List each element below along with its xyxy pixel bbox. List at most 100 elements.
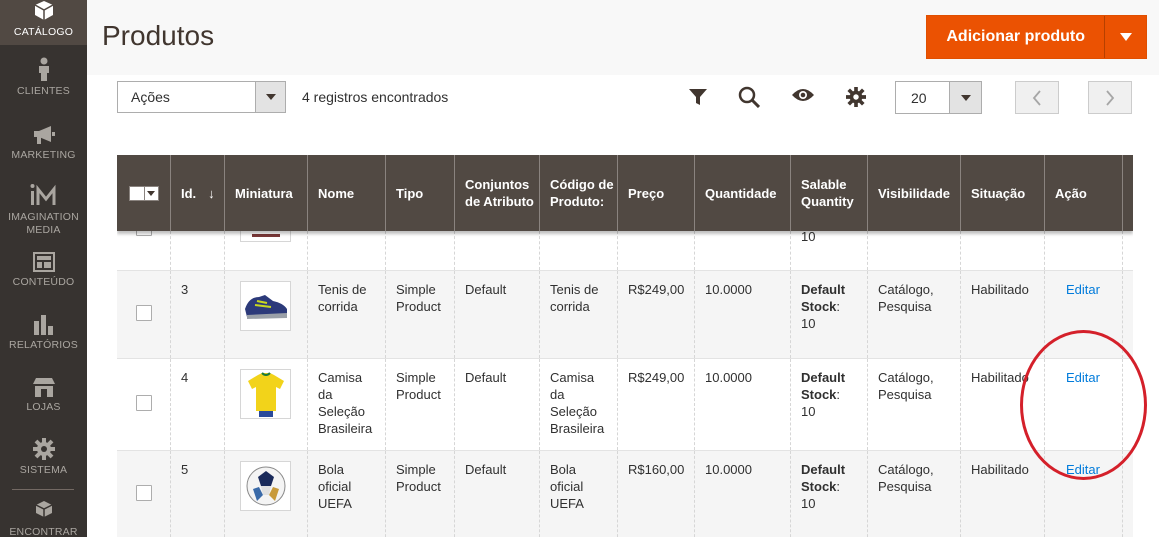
shoe-image xyxy=(244,295,287,319)
cell-type: Simple Product xyxy=(385,451,454,537)
per-page-dropdown-arrow[interactable] xyxy=(949,82,981,113)
nav-reports[interactable]: RELATÓRIOS xyxy=(0,315,87,351)
megaphone-icon xyxy=(33,126,55,144)
nav-reports-label: RELATÓRIOS xyxy=(9,339,78,351)
admin-sidebar: CATÁLOGO CLIENTES MARKETING IMAGINATION … xyxy=(0,0,87,537)
caret-down-icon xyxy=(147,190,156,196)
nav-find-partners-label: ENCONTRAR xyxy=(9,526,78,537)
cell-visibility: Catálogo, Pesquisa xyxy=(867,359,960,450)
cell-attribute-set: Default xyxy=(454,359,539,450)
search-icon xyxy=(738,86,760,108)
cell-quantity: 10.0000 xyxy=(694,271,790,358)
column-header-name[interactable]: Nome xyxy=(307,155,385,231)
nav-imagination-media[interactable]: IMAGINATION MEDIA xyxy=(0,183,87,237)
product-thumbnail[interactable] xyxy=(240,369,291,419)
column-header-spacer xyxy=(1122,155,1133,231)
cell-attribute-set: Default xyxy=(454,451,539,537)
annotation-circle xyxy=(1020,330,1147,480)
nav-find-partners[interactable]: ENCONTRAR xyxy=(0,500,87,537)
cell-name: Bola oficial UEFA xyxy=(307,451,385,537)
layout-icon xyxy=(32,252,55,272)
column-header-salable-quantity: Salable Quantity xyxy=(790,155,867,231)
product-thumbnail[interactable] xyxy=(240,461,291,511)
add-product-label[interactable]: Adicionar produto xyxy=(927,16,1104,58)
column-header-sku[interactable]: Código de Produto: xyxy=(539,155,617,231)
table-row[interactable]: 5 Bola oficial UEFA Simple Product Defau… xyxy=(117,451,1133,537)
ball-image xyxy=(246,466,285,506)
shirt-image xyxy=(247,372,284,417)
caret-down-icon xyxy=(265,94,276,100)
edit-link[interactable]: Editar xyxy=(1066,282,1100,297)
row-checkbox[interactable] xyxy=(136,395,152,411)
cell-status: Habilitado xyxy=(960,271,1044,358)
mass-select-header[interactable] xyxy=(117,155,170,231)
column-header-id[interactable]: Id. ↓ xyxy=(170,155,224,231)
cell-sku: Tenis de corrida xyxy=(539,271,617,358)
chevron-left-icon xyxy=(1032,89,1041,106)
gear-icon xyxy=(32,438,55,460)
cell-visibility: Catálogo, Pesquisa xyxy=(867,271,960,358)
row-checkbox[interactable] xyxy=(136,485,152,501)
column-header-status[interactable]: Situação xyxy=(960,155,1044,231)
nav-catalog-label: CATÁLOGO xyxy=(13,26,74,38)
per-page-value: 20 xyxy=(911,89,927,106)
columns-button[interactable] xyxy=(843,84,869,110)
column-header-type[interactable]: Tipo xyxy=(385,155,454,231)
table-row[interactable]: 4 Camisa da Seleção Brasileira Simple Pr… xyxy=(117,359,1133,451)
page-title: Produtos xyxy=(102,20,215,51)
nav-content[interactable]: CONTEÚDO xyxy=(0,252,87,288)
grid-header: Id. ↓ Miniatura Nome Tipo Conjuntos de At… xyxy=(117,155,1133,231)
store-icon xyxy=(32,378,55,397)
nav-customers-label: CLIENTES xyxy=(17,85,70,97)
mass-select-dropdown[interactable] xyxy=(128,185,159,201)
cell-name: Camisa da Seleção Brasileira xyxy=(307,359,385,450)
previous-page-button[interactable] xyxy=(1015,81,1059,114)
records-found: 4 registros encontrados xyxy=(302,89,449,105)
cell-price: R$249,00 xyxy=(617,359,694,450)
mass-actions-select[interactable]: Ações xyxy=(117,81,286,113)
chevron-down-icon xyxy=(1119,33,1132,41)
chevron-right-icon xyxy=(1106,89,1115,106)
sort-arrow-icon: ↓ xyxy=(208,185,215,201)
nav-content-label: CONTEÚDO xyxy=(12,276,75,288)
table-row[interactable]: 3 Tenis de corrida Simple Product Defaul… xyxy=(117,271,1133,359)
nav-system[interactable]: SISTEMA xyxy=(0,438,87,476)
products-grid: Id. ↓ Miniatura Nome Tipo Conjuntos de At… xyxy=(117,155,1133,537)
cubes-icon xyxy=(35,501,52,517)
cell-quantity: 10.0000 xyxy=(694,359,790,450)
cell-salable-quantity: Default Stock: 10 xyxy=(790,271,867,358)
cell-price: R$160,00 xyxy=(617,451,694,537)
nav-marketing[interactable]: MARKETING xyxy=(0,125,87,161)
nav-stores[interactable]: LOJAS xyxy=(0,377,87,413)
cell-type: Simple Product xyxy=(385,359,454,450)
cell-name: Tenis de corrida xyxy=(307,271,385,358)
cell-status: Habilitado xyxy=(960,451,1044,537)
view-button[interactable] xyxy=(790,82,816,108)
row-checkbox[interactable] xyxy=(136,305,152,321)
column-header-price[interactable]: Preço xyxy=(617,155,694,231)
caret-down-icon xyxy=(960,94,971,101)
cell-quantity: 10.0000 xyxy=(694,451,790,537)
column-header-action: Ação xyxy=(1044,155,1122,231)
cell-salable-quantity: Default Stock: 10 xyxy=(790,451,867,537)
eye-icon xyxy=(792,89,814,101)
search-button[interactable] xyxy=(736,84,762,110)
nav-customers[interactable]: CLIENTES xyxy=(0,57,87,97)
column-header-quantity[interactable]: Quantidade xyxy=(694,155,790,231)
column-header-attribute-set[interactable]: Conjuntos de Atributo xyxy=(454,155,539,231)
actions-dropdown-arrow[interactable] xyxy=(255,82,285,112)
column-header-visibility[interactable]: Visibilidade xyxy=(867,155,960,231)
nav-marketing-label: MARKETING xyxy=(11,149,76,161)
add-product-button[interactable]: Adicionar produto xyxy=(926,15,1147,59)
filters-button[interactable] xyxy=(685,84,711,110)
cell-visibility: Catálogo, Pesquisa xyxy=(867,451,960,537)
nav-catalog[interactable]: CATÁLOGO xyxy=(0,0,87,45)
per-page-select[interactable]: 20 xyxy=(895,81,982,114)
product-thumbnail[interactable] xyxy=(240,281,291,331)
cell-sku: Bola oficial UEFA xyxy=(539,451,617,537)
nav-system-label: SISTEMA xyxy=(19,464,68,476)
mass-actions-label: Ações xyxy=(131,89,170,105)
add-product-type-toggle[interactable] xyxy=(1104,16,1146,58)
column-header-thumbnail[interactable]: Miniatura xyxy=(224,155,307,231)
next-page-button[interactable] xyxy=(1088,81,1132,114)
